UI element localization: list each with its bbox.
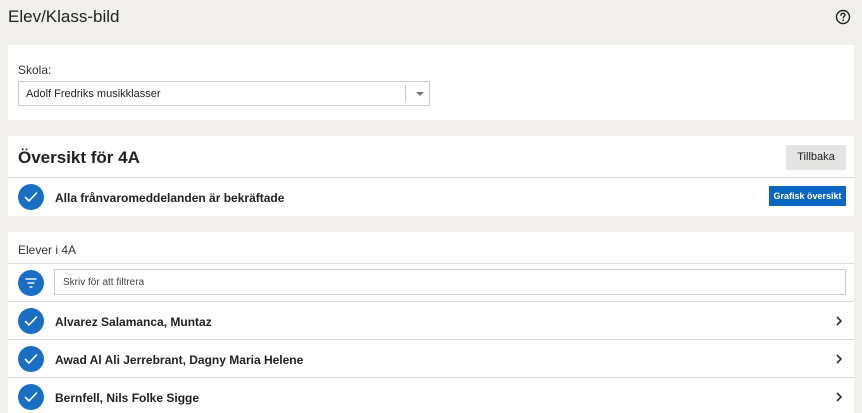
check-circle-icon [18,308,44,334]
chevron-right-icon[interactable] [834,391,844,403]
school-card: Skola: Adolf Fredriks musikklasser [8,45,854,120]
select-separator [405,85,406,102]
filter-input[interactable] [54,269,846,295]
divider [8,177,854,178]
chevron-right-icon[interactable] [834,315,844,327]
student-row[interactable]: Bernfell, Nils Folke Sigge [8,377,854,413]
student-name: Bernfell, Nils Folke Sigge [55,391,200,405]
back-button[interactable]: Tillbaka [786,145,846,170]
student-row[interactable]: Alvarez Salamanca, Muntaz [8,301,854,339]
school-select-value: Adolf Fredriks musikklasser [26,88,161,100]
status-text: Alla frånvaromeddelanden är bekräftade [55,191,285,205]
check-circle-icon [18,346,44,372]
help-circle-icon[interactable] [835,9,851,25]
student-row[interactable]: Awad Al Ali Jerrebrant, Dagny Maria Hele… [8,339,854,377]
check-circle-icon [18,184,44,210]
check-circle-icon [18,384,44,410]
overview-card: Översikt för 4A Tillbaka Alla frånvarome… [8,136,854,216]
filter-icon[interactable] [18,270,44,296]
chevron-right-icon[interactable] [834,353,844,365]
students-card: Elever i 4A Alvarez Salamanca, Muntaz Aw… [8,232,854,413]
student-name: Awad Al Ali Jerrebrant, Dagny Maria Hele… [55,353,304,367]
school-label: Skola: [18,63,52,77]
school-select[interactable]: Adolf Fredriks musikklasser [18,81,430,106]
overview-title: Översikt för 4A [18,148,140,167]
top-bar: Elev/Klass-bild [0,0,862,36]
chevron-down-icon[interactable] [416,92,424,96]
student-name: Alvarez Salamanca, Muntaz [55,315,212,329]
divider [8,263,854,264]
page-title: Elev/Klass-bild [8,7,120,26]
students-label: Elever i 4A [18,243,77,257]
graphic-overview-button[interactable]: Grafisk översikt [769,186,846,206]
